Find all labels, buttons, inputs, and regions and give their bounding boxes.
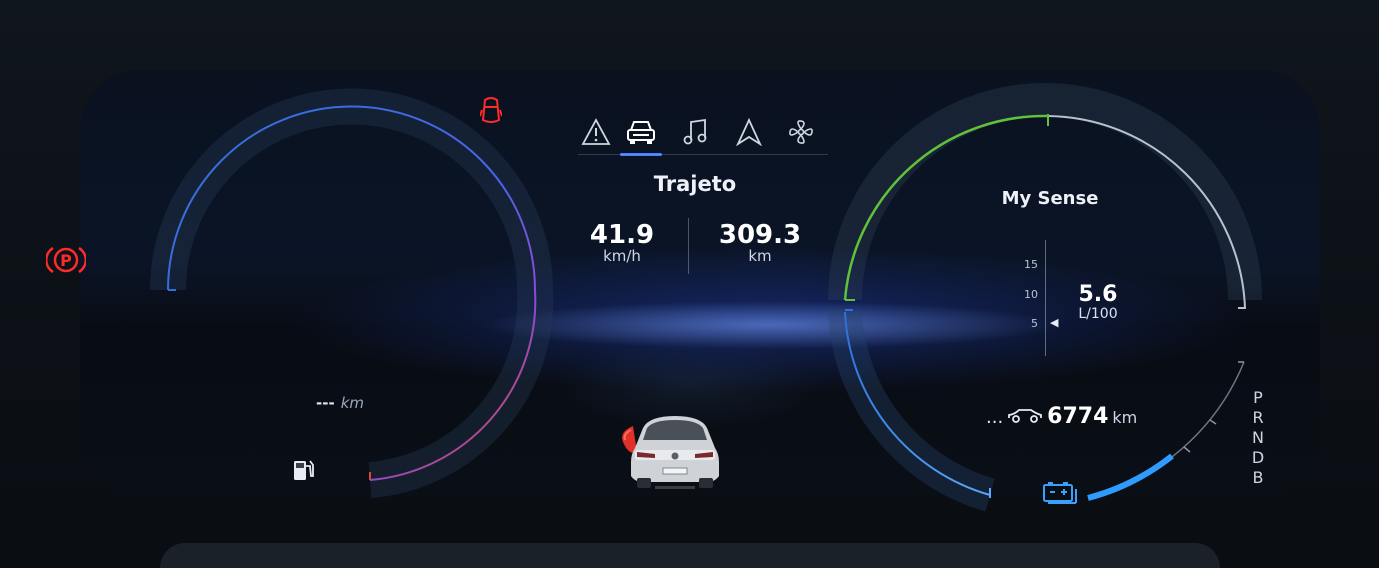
fan-icon bbox=[787, 118, 815, 150]
consumption-scale-axis bbox=[1045, 240, 1046, 356]
tab-music[interactable] bbox=[678, 118, 714, 150]
scale-tick-15: 15 bbox=[1024, 258, 1038, 271]
tab-navigation[interactable] bbox=[731, 117, 767, 150]
cluster-tab-bar bbox=[578, 117, 828, 158]
parking-brake-icon: P bbox=[44, 244, 88, 280]
car-front-icon bbox=[625, 118, 657, 150]
vehicle-rear-illustration bbox=[615, 412, 735, 496]
trip-distance-stat: 309.3 km bbox=[712, 222, 808, 264]
tab-climate[interactable] bbox=[783, 118, 819, 150]
consumption-value: 5.6 bbox=[1078, 282, 1118, 307]
trip-distance-value: 309.3 bbox=[718, 220, 802, 250]
consumption-unit: L/100 bbox=[1078, 306, 1118, 322]
music-note-icon bbox=[683, 118, 709, 150]
consumption-pointer-icon: ◀ bbox=[1050, 316, 1059, 329]
trip-title: Trajeto bbox=[653, 172, 737, 196]
scale-tick-5: 5 bbox=[1031, 317, 1038, 330]
gear-b: B bbox=[1252, 468, 1264, 487]
gear-selector: P R N D B bbox=[1248, 388, 1268, 488]
fuel-pump-icon bbox=[293, 458, 315, 486]
warning-triangle-icon bbox=[581, 118, 611, 150]
total-range-readout: ... 6774 km bbox=[986, 404, 1146, 429]
door-open-warning-icon bbox=[479, 96, 503, 130]
scale-tick-10: 10 bbox=[1024, 288, 1038, 301]
range-prefix: ... bbox=[986, 407, 1004, 428]
fuel-range-unit: km bbox=[340, 394, 364, 412]
power-meter-fill bbox=[1087, 453, 1174, 501]
fuel-range-readout: --- km bbox=[316, 394, 364, 412]
svg-text:P: P bbox=[60, 251, 72, 270]
battery-icon bbox=[1042, 480, 1078, 510]
consumption-scale: 15 10 5 bbox=[1010, 240, 1050, 356]
tab-vehicle[interactable] bbox=[623, 118, 659, 150]
avg-speed-stat: 41.9 km/h bbox=[580, 222, 664, 264]
navigation-arrow-icon bbox=[735, 117, 763, 150]
range-unit: km bbox=[1112, 408, 1138, 427]
drive-mode-label: My Sense bbox=[1001, 188, 1099, 209]
range-value: 6774 bbox=[1047, 404, 1109, 429]
car-side-icon bbox=[1007, 407, 1043, 427]
power-meter-track bbox=[1087, 361, 1245, 499]
consumption-readout: 5.6 L/100 bbox=[1068, 282, 1128, 323]
tab-warning[interactable] bbox=[578, 118, 614, 150]
tab-bar-divider bbox=[578, 154, 828, 155]
gear-n: N bbox=[1252, 428, 1264, 447]
gear-r: R bbox=[1252, 408, 1264, 427]
gear-p: P bbox=[1253, 388, 1263, 407]
gear-d: D bbox=[1251, 448, 1265, 467]
fuel-range-value: --- bbox=[316, 394, 335, 412]
speedometer-band bbox=[150, 88, 554, 498]
trip-distance-unit: km bbox=[748, 247, 772, 265]
avg-speed-unit: km/h bbox=[603, 247, 641, 265]
trip-stat-divider bbox=[688, 218, 689, 274]
avg-speed-value: 41.9 bbox=[589, 220, 655, 250]
